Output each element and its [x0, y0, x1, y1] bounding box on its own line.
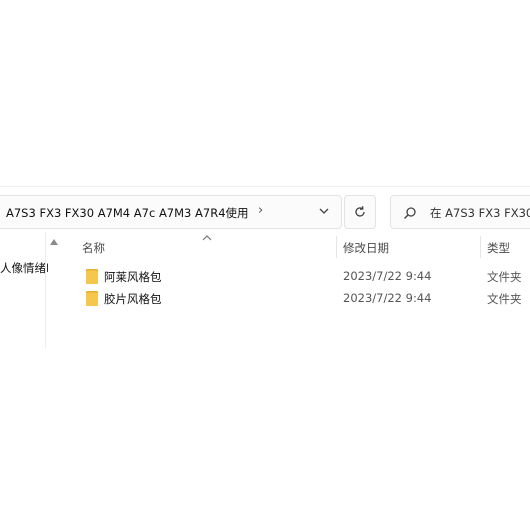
folder-icon	[86, 269, 98, 284]
column-header-name[interactable]: 名称	[82, 240, 105, 256]
file-type: 文件夹	[487, 292, 522, 306]
sort-up-icon	[202, 235, 212, 241]
window-divider	[0, 186, 530, 187]
column-header-type[interactable]: 类型	[487, 240, 510, 256]
file-modified-date: 2023/7/22 9:44	[343, 291, 432, 305]
breadcrumb-chevron-icon[interactable]: ›	[258, 203, 263, 218]
column-divider[interactable]	[336, 236, 337, 258]
search-input[interactable]: 在 A7S3 FX3 FX30	[390, 195, 530, 229]
file-name[interactable]: 阿莱风格包	[104, 269, 162, 285]
navigation-pane: 人像情绪L	[0, 231, 48, 349]
file-name[interactable]: 胶片风格包	[104, 291, 162, 307]
refresh-button[interactable]	[344, 195, 376, 229]
scroll-up-icon[interactable]	[49, 238, 59, 246]
nav-scrollbar[interactable]	[45, 232, 46, 348]
file-type: 文件夹	[487, 270, 522, 284]
column-divider[interactable]	[480, 236, 481, 258]
file-modified-date: 2023/7/22 9:44	[343, 269, 432, 283]
refresh-icon	[355, 206, 365, 217]
folder-icon	[86, 291, 98, 306]
file-row[interactable]: 阿莱风格包 2023/7/22 9:44 文件夹	[80, 266, 530, 287]
address-path[interactable]: A7S3 FX3 FX30 A7M4 A7c A7M3 A7R4使用	[6, 205, 249, 221]
file-explorer-window: A7S3 FX3 FX30 A7M4 A7c A7M3 A7R4使用 › 在 A…	[0, 0, 530, 530]
column-header-modified[interactable]: 修改日期	[343, 240, 389, 256]
search-placeholder: 在 A7S3 FX3 FX30	[430, 206, 530, 220]
file-row[interactable]: 胶片风格包 2023/7/22 9:44 文件夹	[80, 288, 530, 309]
chevron-down-icon[interactable]	[317, 204, 331, 218]
search-icon	[404, 207, 416, 219]
nav-item-label[interactable]: 人像情绪L	[0, 260, 48, 276]
address-bar[interactable]: A7S3 FX3 FX30 A7M4 A7c A7M3 A7R4使用 ›	[0, 195, 342, 229]
